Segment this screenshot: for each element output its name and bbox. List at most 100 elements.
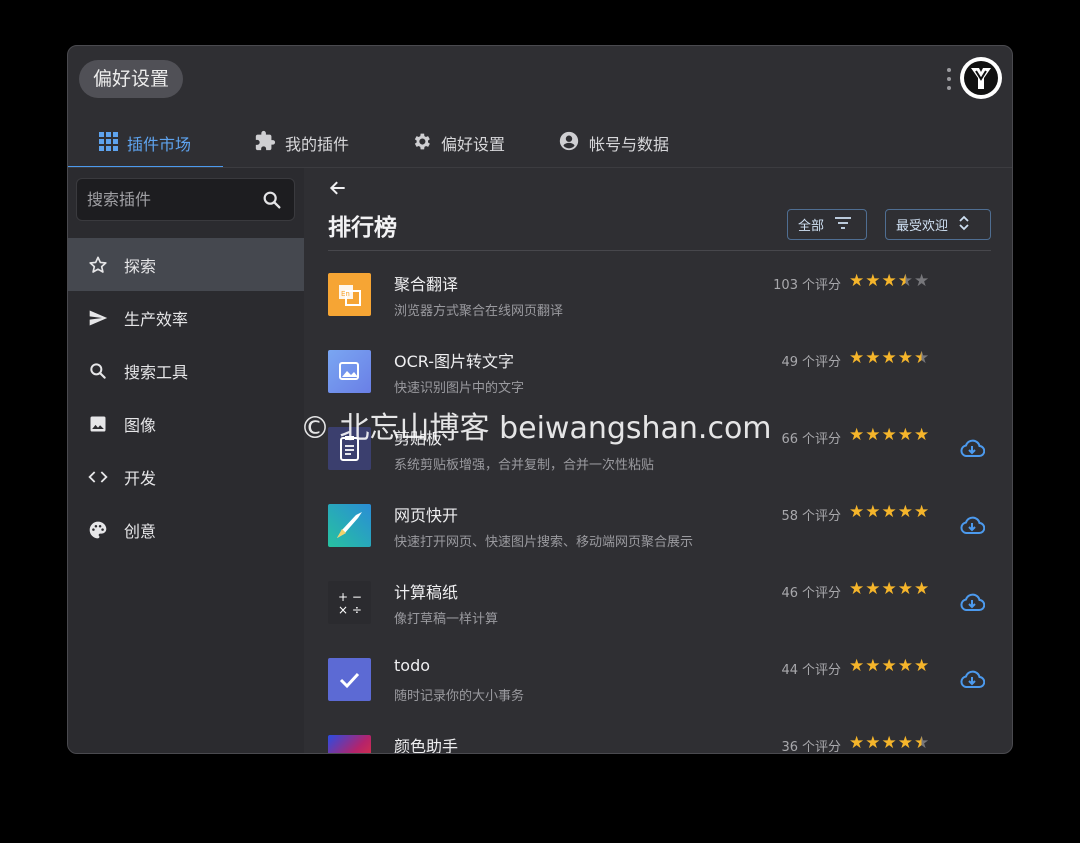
star-icon: ★ xyxy=(914,656,930,676)
sidebar-item-label: 生产效率 xyxy=(124,309,189,329)
search-icon[interactable] xyxy=(261,189,283,215)
plugin-description: 浏览器方式聚合在线网页翻译 xyxy=(394,304,564,319)
tab-label: 我的插件 xyxy=(285,135,350,154)
plugin-description: 快速打开网页、快速图片搜索、移动端网页聚合展示 xyxy=(394,535,694,550)
plugin-name: 计算稿纸 xyxy=(394,583,459,602)
tab-label: 插件市场 xyxy=(127,135,192,154)
paper-plane-icon xyxy=(88,308,108,328)
sidebar-item-label: 创意 xyxy=(124,521,157,541)
star-icon: ★ xyxy=(865,656,881,676)
tab-label: 偏好设置 xyxy=(441,135,506,154)
star-icon: ★ xyxy=(865,733,881,753)
sidebar-item-label: 探索 xyxy=(124,256,157,276)
sort-label: 最受欢迎 xyxy=(896,219,949,234)
star-icon: ★ xyxy=(865,502,881,522)
sidebar-item-creative[interactable]: 创意 xyxy=(68,503,304,556)
filter-icon xyxy=(834,216,852,234)
back-arrow-icon[interactable] xyxy=(328,178,348,202)
star-icon: ★ xyxy=(849,579,865,599)
plugin-description: 像打草稿一样计算 xyxy=(394,612,499,627)
star-rating: ★ ★ ★ ★ ★ xyxy=(849,503,929,521)
grid-icon xyxy=(99,131,118,155)
star-icon: ★ xyxy=(914,425,930,445)
rating-count-value: 36 xyxy=(781,740,798,754)
sidebar-item-productivity[interactable]: 生产效率 xyxy=(68,291,304,344)
star-icon: ★ xyxy=(881,271,897,291)
sidebar-item-image[interactable]: 图像 xyxy=(68,397,304,450)
rating-count: 103 个评分 xyxy=(773,274,841,293)
plugin-row[interactable]: 网页快开 快速打开网页、快速图片搜索、移动端网页聚合展示 58 个评分 ★ ★ ★ ★ ★ xyxy=(328,494,991,568)
plugin-description: 系统剪贴板增强，合并复制，合并一次性粘贴 xyxy=(394,458,655,473)
star-icon: ★ xyxy=(914,733,930,753)
plugin-icon: En xyxy=(328,273,371,316)
tab-my-plugins[interactable]: 我的插件 xyxy=(254,118,349,168)
sidebar-item-label: 图像 xyxy=(124,415,157,435)
search-box[interactable] xyxy=(76,178,295,221)
cloud-download-icon[interactable] xyxy=(959,516,986,540)
rating-count-unit: 个评分 xyxy=(801,355,841,370)
plugin-row[interactable]: todo 随时记录你的大小事务 44 个评分 ★ ★ ★ ★ ★ xyxy=(328,648,991,722)
plugin-row[interactable]: En 聚合翻译 浏览器方式聚合在线网页翻译 103 个评分 ★ ★ ★ ★ ★ xyxy=(328,263,991,337)
plugin-icon xyxy=(328,658,371,701)
plugin-name: OCR-图片转文字 xyxy=(394,352,515,371)
rating-count-value: 66 xyxy=(781,432,798,447)
rating-count-unit: 个评分 xyxy=(801,586,841,601)
code-icon xyxy=(88,467,108,487)
tab-preferences[interactable]: 偏好设置 xyxy=(411,118,505,168)
account-icon xyxy=(558,130,580,156)
unfold-icon xyxy=(958,214,970,236)
star-rating: ★ ★ ★ ★ ★ xyxy=(849,580,929,598)
cloud-download-icon[interactable] xyxy=(959,593,986,617)
palette-icon xyxy=(88,520,108,540)
sidebar-item-explore[interactable]: 探索 xyxy=(68,238,304,291)
cloud-download-icon[interactable] xyxy=(959,439,986,463)
title-bar: 偏好设置 xyxy=(68,46,1012,112)
star-icon: ★ xyxy=(897,348,913,368)
main-panel: 排行榜 全部 最受欢迎 En 聚合翻译 浏览器方式聚合在线网页翻译 103 个评分 ★ ★ ★… xyxy=(304,168,1012,754)
plugin-icon xyxy=(328,735,371,753)
rating-count-unit: 个评分 xyxy=(801,509,841,524)
sidebar-item-search-tools[interactable]: 搜索工具 xyxy=(68,344,304,397)
rating-count: 49 个评分 xyxy=(781,351,841,370)
app-logo[interactable] xyxy=(960,57,1002,99)
star-outline-icon xyxy=(88,255,108,275)
plugin-name: 网页快开 xyxy=(394,506,459,525)
star-rating: ★ ★ ★ ★ ★ xyxy=(849,349,929,367)
header-divider xyxy=(328,250,991,251)
star-icon: ★ xyxy=(849,348,865,368)
rating-count-value: 49 xyxy=(781,355,798,370)
plugin-row[interactable]: + − × ÷ 计算稿纸 像打草稿一样计算 46 个评分 ★ ★ ★ ★ ★ xyxy=(328,571,991,645)
sidebar-item-develop[interactable]: 开发 xyxy=(68,450,304,503)
search-input[interactable] xyxy=(87,179,257,220)
plugin-name: 聚合翻译 xyxy=(394,275,459,294)
star-icon: ★ xyxy=(897,656,913,676)
window-title: 偏好设置 xyxy=(79,60,184,98)
plugin-row[interactable]: 颜色助手 36 个评分 ★ ★ ★ ★ ★ xyxy=(328,725,991,754)
rating-count-value: 103 xyxy=(773,278,798,293)
sort-select[interactable]: 最受欢迎 xyxy=(885,209,991,240)
cloud-download-icon[interactable] xyxy=(959,670,986,694)
watermark: © 北忘山博客 beiwangshan.com xyxy=(300,411,772,446)
star-icon: ★ xyxy=(914,579,930,599)
gear-icon xyxy=(411,131,432,156)
star-icon: ★ xyxy=(849,656,865,676)
star-icon: ★ xyxy=(914,502,930,522)
svg-text:En: En xyxy=(341,290,350,298)
filter-button[interactable]: 全部 xyxy=(787,209,867,240)
tab-label: 帐号与数据 xyxy=(589,135,670,154)
plugin-icon xyxy=(328,504,371,547)
star-icon: ★ xyxy=(881,579,897,599)
star-icon: ★ xyxy=(914,348,930,368)
tab-account-data[interactable]: 帐号与数据 xyxy=(558,118,669,168)
star-icon: ★ xyxy=(881,502,897,522)
star-icon: ★ xyxy=(849,271,865,291)
star-rating: ★ ★ ★ ★ ★ xyxy=(849,272,929,290)
more-vertical-icon[interactable] xyxy=(944,66,954,92)
sidebar-item-label: 搜索工具 xyxy=(124,362,189,382)
plugin-description: 随时记录你的大小事务 xyxy=(394,689,525,704)
page-title: 排行榜 xyxy=(328,215,397,241)
filter-label: 全部 xyxy=(798,219,825,234)
star-icon: ★ xyxy=(897,502,913,522)
star-icon: ★ xyxy=(849,425,865,445)
tab-plugin-market[interactable]: 插件市场 xyxy=(99,118,191,168)
